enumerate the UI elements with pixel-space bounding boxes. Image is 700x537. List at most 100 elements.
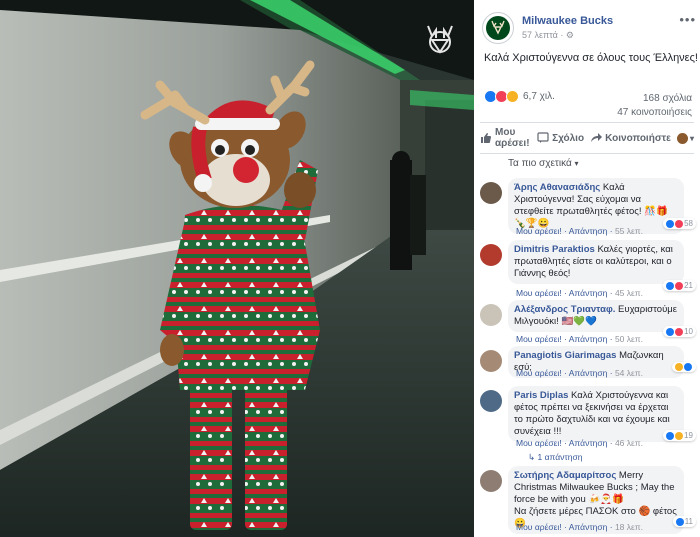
thumbs-up-icon: [481, 133, 491, 143]
comment-button[interactable]: Σχόλιο: [537, 132, 584, 144]
page-name-link[interactable]: Milwaukee Bucks: [522, 15, 613, 27]
comment-author[interactable]: Άρης Αθανασιάδης: [514, 182, 600, 193]
reaction-count: 19: [684, 431, 693, 440]
post-photo[interactable]: [0, 0, 474, 537]
reaction-summary[interactable]: 6,7 χιλ.: [484, 90, 555, 103]
comment-actions: Μου αρέσει! · Απάντηση · 46 λεπ.: [516, 438, 644, 448]
comment-time[interactable]: 18 λεπ.: [615, 522, 643, 532]
like-button[interactable]: Μου αρέσει!: [480, 127, 531, 149]
like-reaction-icon: [666, 281, 675, 290]
comment-bubble: Αλέξανδρος Τριανταφ. Ευχαριστούμε Μιλγου…: [508, 300, 684, 332]
share-label: Κοινοποιήστε: [605, 132, 671, 144]
comment-text-line2: Να ζήσετε μέρες ΠΑΣΟΚ στο: [514, 506, 636, 517]
comment-like-link[interactable]: Μου αρέσει!: [516, 288, 562, 298]
comment-icon: [537, 132, 549, 143]
comment-reply-link[interactable]: Απάντηση: [569, 522, 608, 532]
comment: Αλέξανδρος Τριανταφ. Ευχαριστούμε Μιλγου…: [480, 300, 696, 344]
comment-like-link[interactable]: Μου αρέσει!: [516, 368, 562, 378]
more-options-icon[interactable]: •••: [679, 12, 696, 27]
comment-actions: Μου αρέσει! · Απάντηση · 45 λεπ.: [516, 288, 644, 298]
reaction-count: 21: [684, 281, 693, 290]
page-avatar[interactable]: [482, 12, 514, 44]
post-actions: Μου αρέσει! Σχόλιο Κοινοποιήστε ▾: [480, 122, 694, 154]
comment-bubble: Dimitris Paraktios Καλές γιορτές, και πρ…: [508, 240, 684, 284]
comment-actions: Μου αρέσει! · Απάντηση · 50 λεπ.: [516, 334, 644, 344]
comment-label: Σχόλιο: [552, 132, 585, 144]
bucks-logo-icon: [486, 16, 510, 40]
like-reaction-icon: [666, 219, 675, 228]
comment-reactions[interactable]: 58: [663, 218, 696, 229]
comment-reactions[interactable]: 11: [672, 516, 696, 527]
comment-time[interactable]: 45 λεπ.: [615, 288, 643, 298]
love-reaction-icon: [675, 219, 684, 228]
comment-reply-link[interactable]: Απάντηση: [569, 288, 608, 298]
comment-reply-link[interactable]: Απάντηση: [569, 368, 608, 378]
user-avatar-icon: [676, 132, 688, 144]
comment-author[interactable]: Σωτήρης Αδαμαρίτσος: [514, 470, 616, 481]
comment-text-line3: φέτος: [652, 506, 677, 517]
comment-reactions[interactable]: 21: [663, 280, 696, 291]
comment-reply-link[interactable]: Απάντηση: [569, 334, 608, 344]
comments-count-link[interactable]: 168 σχόλια: [643, 93, 692, 104]
chevron-down-icon: ▾: [574, 159, 579, 168]
comment-author[interactable]: Αλέξανδρος Τριανταφ.: [514, 304, 615, 315]
comment: Panagiotis Giarimagas Μαζωνκαη εσύ; Μου …: [480, 346, 696, 380]
post-time[interactable]: 57 λεπτά · ⚙: [522, 30, 574, 41]
wow-reaction-icon: [506, 90, 519, 103]
replies-count: 1 απάντηση: [537, 452, 583, 462]
avatar[interactable]: [480, 182, 502, 204]
comment-author[interactable]: Panagiotis Giarimagas: [514, 350, 616, 361]
shares-count-link[interactable]: 47 κοινοποιήσεις: [617, 107, 692, 118]
share-button[interactable]: Κοινοποιήστε: [590, 132, 671, 144]
reactions-count: 6,7 χιλ.: [523, 91, 555, 102]
reaction-count: 11: [684, 517, 693, 526]
post-stats: 6,7 χιλ. 168 σχόλια 47 κοινοποιήσεις: [484, 90, 692, 124]
comment-reactions[interactable]: 10: [663, 326, 696, 337]
comment-reply-link[interactable]: Απάντηση: [569, 226, 608, 236]
share-as-selector[interactable]: ▾: [676, 132, 694, 144]
comment-actions: Μου αρέσει! · Απάντηση · 54 λεπ.: [516, 368, 644, 378]
avatar[interactable]: [480, 244, 502, 266]
comment-actions: Μου αρέσει! · Απάντηση · 55 λεπ.: [516, 226, 644, 236]
comment-like-link[interactable]: Μου αρέσει!: [516, 226, 562, 236]
avatar[interactable]: [480, 390, 502, 412]
chevron-down-icon: ▾: [689, 133, 694, 143]
gear-icon: ⚙: [565, 30, 574, 40]
comment-like-link[interactable]: Μου αρέσει!: [516, 438, 562, 448]
basketball-icon: 🏀: [638, 506, 651, 517]
love-reaction-icon: [675, 281, 684, 290]
post-time-text: 57 λεπτά: [522, 30, 558, 40]
comment-actions: Μου αρέσει! · Απάντηση · 18 λεπ.: [516, 522, 644, 532]
reaction-count: 58: [684, 219, 693, 228]
comment-reply-link[interactable]: Απάντηση: [569, 438, 608, 448]
sort-label: Τα πιο σχετικά: [508, 158, 572, 169]
comment-like-link[interactable]: Μου αρέσει!: [516, 522, 562, 532]
comment-author[interactable]: Paris Diplas: [514, 390, 568, 401]
like-reaction-icon: [666, 327, 675, 336]
comments-list: Άρης Αθανασιάδης Καλά Χριστούγεννα! Σας …: [474, 174, 700, 537]
avatar[interactable]: [480, 304, 502, 326]
like-reaction-icon: [684, 363, 692, 371]
comment: Σωτήρης Αδαμαρίτσος Merry Christmas Milw…: [480, 466, 696, 536]
comment-bubble: Paris Diplas Καλά Χριστούγεννα και φέτος…: [508, 386, 684, 442]
comment-time[interactable]: 55 λεπ.: [615, 226, 643, 236]
like-reaction-icon: [675, 517, 684, 526]
comment-time[interactable]: 54 λεπ.: [615, 368, 643, 378]
comment-author[interactable]: Dimitris Paraktios: [514, 244, 595, 255]
avatar[interactable]: [480, 350, 502, 372]
comment-time[interactable]: 46 λεπ.: [615, 438, 643, 448]
avatar[interactable]: [480, 470, 502, 492]
post-header: Milwaukee Bucks 57 λεπτά · ⚙ •••: [482, 12, 696, 46]
haha-reaction-icon: [675, 431, 684, 440]
view-replies-link[interactable]: ↳ 1 απάντηση: [528, 452, 582, 463]
comment-reactions[interactable]: 19: [663, 430, 696, 441]
comment: Dimitris Paraktios Καλές γιορτές, και πρ…: [480, 240, 696, 298]
reaction-count: 10: [684, 327, 693, 336]
mascot-photo: [0, 0, 474, 537]
like-label: Μου αρέσει!: [495, 127, 530, 149]
comment-like-link[interactable]: Μου αρέσει!: [516, 334, 562, 344]
share-icon: [591, 133, 603, 142]
comment-reactions[interactable]: [672, 362, 696, 372]
comment-sort-dropdown[interactable]: Τα πιο σχετικά ▾: [508, 158, 579, 169]
comment-time[interactable]: 50 λεπ.: [615, 334, 643, 344]
